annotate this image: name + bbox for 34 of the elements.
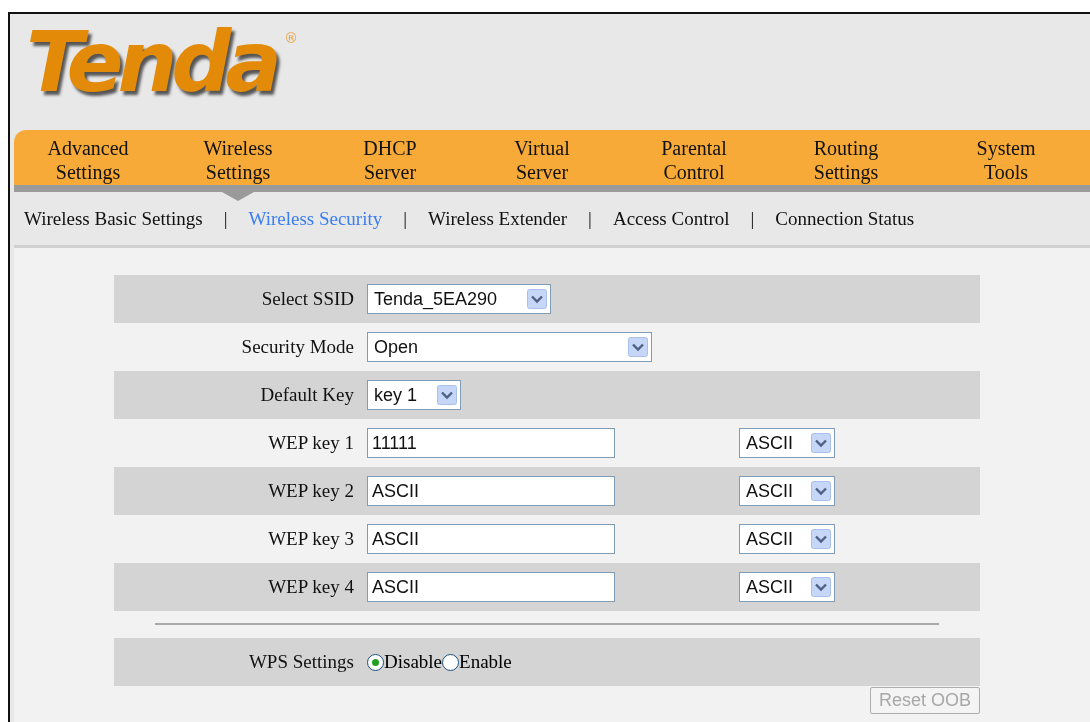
key-input-field[interactable]: 11111 <box>367 428 615 458</box>
subnav-link[interactable]: Connection Status <box>775 207 915 230</box>
separator-text: | <box>403 207 408 230</box>
separator-text: | <box>588 207 592 230</box>
dropdown[interactable]: key 1 <box>367 380 461 410</box>
field-label: WEP key 4 <box>267 576 355 598</box>
field-label: WPS Settings <box>247 651 355 673</box>
radio-button[interactable] <box>442 653 460 671</box>
dropdown[interactable]: Tenda_5EA290 <box>367 284 551 314</box>
separator-text: | <box>750 207 755 230</box>
separator-text: | <box>223 207 228 230</box>
subnav-link[interactable]: Wireless Basic Settings <box>24 207 203 230</box>
key-input-field[interactable]: ASCII <box>367 524 615 554</box>
radio-button[interactable] <box>367 653 384 671</box>
format-dropdown[interactable]: ASCII <box>739 476 835 506</box>
radio-label[interactable]: Disable <box>384 651 443 673</box>
nav-tab[interactable]: Wireless Settings <box>162 130 314 201</box>
field-label: WEP key 3 <box>267 528 355 550</box>
brand-logo: Tenda <box>26 20 277 104</box>
field-label: WEP key 1 <box>267 432 355 454</box>
dropdown[interactable]: Open <box>367 332 652 362</box>
format-dropdown[interactable]: ASCII <box>739 572 835 602</box>
subnav-link[interactable]: Access Control <box>612 207 730 230</box>
field-label: Select SSID <box>260 288 355 310</box>
field-label: Security Mode <box>240 336 355 358</box>
format-dropdown[interactable]: ASCII <box>739 428 835 458</box>
subnav-link[interactable]: Wireless Extender <box>428 207 568 230</box>
radio-label[interactable]: Enable <box>459 651 512 673</box>
registered-mark: ® <box>284 30 299 46</box>
format-dropdown[interactable]: ASCII <box>739 524 835 554</box>
key-input-field[interactable]: ASCII <box>367 572 615 602</box>
key-input-field[interactable]: ASCII <box>367 476 615 506</box>
field-label: WEP key 2 <box>267 480 355 502</box>
field-label: Default Key <box>259 384 355 406</box>
